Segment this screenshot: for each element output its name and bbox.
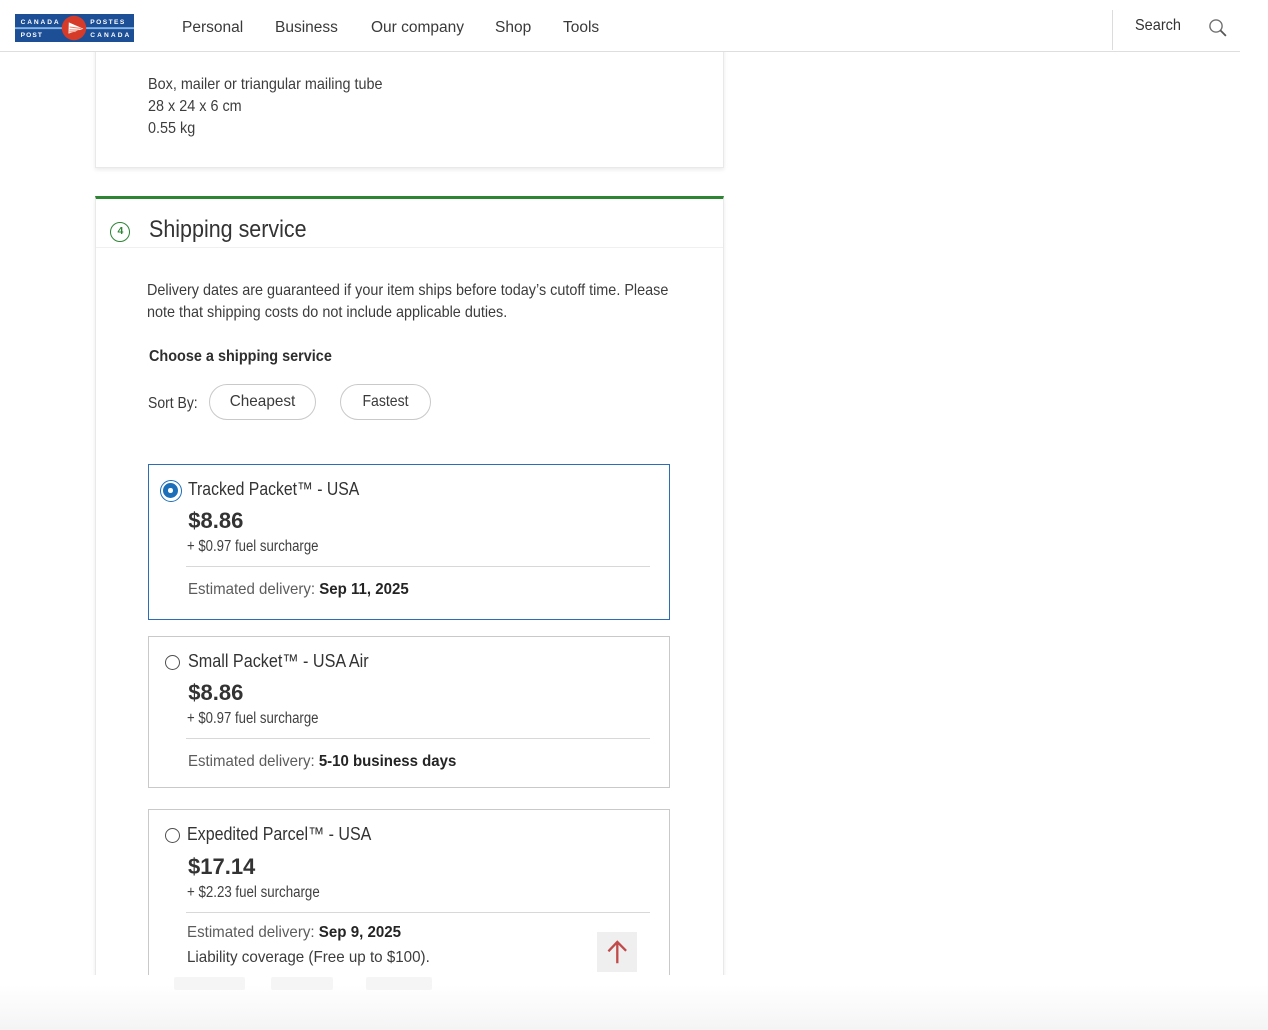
- svg-text:POSTES: POSTES: [90, 18, 125, 25]
- svg-text:POST: POST: [21, 32, 42, 39]
- svg-text:CANADA: CANADA: [90, 32, 129, 39]
- svg-text:CANADA: CANADA: [21, 18, 59, 25]
